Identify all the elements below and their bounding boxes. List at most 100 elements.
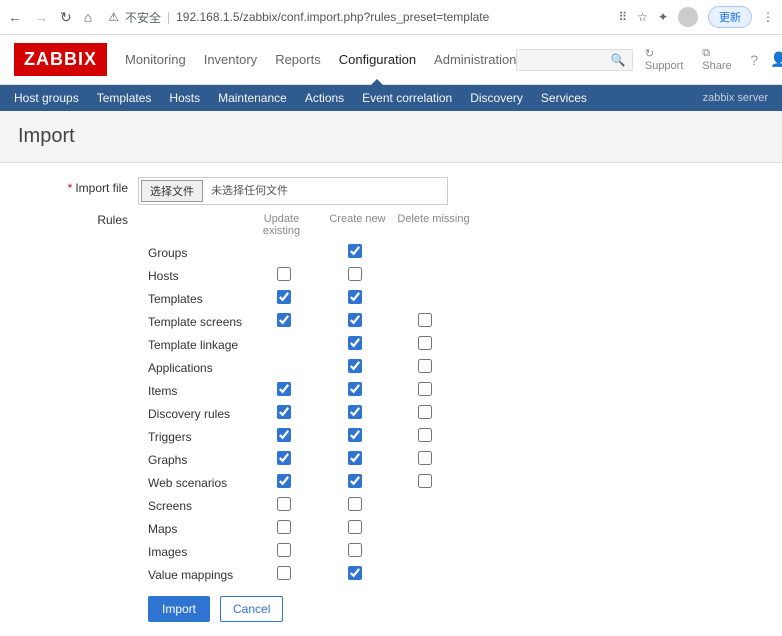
rule-row: Groups — [138, 241, 471, 264]
rule-groups-create[interactable] — [348, 244, 362, 258]
rule-screens-create[interactable] — [348, 497, 362, 511]
rule-label: Web scenarios — [138, 476, 244, 490]
rule-value-mappings-update[interactable] — [277, 566, 291, 580]
rule-row: Triggers — [138, 425, 471, 448]
server-label: zabbix server — [703, 92, 768, 104]
content: *Import file 选择文件 未选择任何文件 Rules Update e… — [0, 163, 782, 636]
rules-table: GroupsHostsTemplatesTemplate screensTemp… — [138, 241, 471, 586]
rule-label: Graphs — [138, 453, 244, 467]
rule-row: Graphs — [138, 448, 471, 471]
rule-images-update[interactable] — [277, 543, 291, 557]
subnav-host-groups[interactable]: Host groups — [14, 91, 79, 105]
col-delete: Delete missing — [396, 213, 471, 237]
bookmark-icon[interactable]: ☆ — [637, 10, 648, 24]
forward-icon[interactable]: → — [34, 9, 48, 25]
rule-templates-create[interactable] — [348, 290, 362, 304]
nav-reports[interactable]: Reports — [275, 48, 321, 71]
user-icon[interactable]: 👤 — [770, 51, 782, 68]
choose-file-button[interactable]: 选择文件 — [141, 180, 203, 202]
rule-template-linkage-delete[interactable] — [418, 336, 432, 350]
rule-template-screens-delete[interactable] — [418, 313, 432, 327]
rule-images-create[interactable] — [348, 543, 362, 557]
subnav-maintenance[interactable]: Maintenance — [218, 91, 287, 105]
url-text: 192.168.1.5/zabbix/conf.import.php?rules… — [176, 10, 489, 24]
rule-template-linkage-create[interactable] — [348, 336, 362, 350]
rule-hosts-create[interactable] — [348, 267, 362, 281]
subnav-actions[interactable]: Actions — [305, 91, 344, 105]
rule-graphs-create[interactable] — [348, 451, 362, 465]
rule-label: Value mappings — [138, 568, 244, 582]
translate-icon[interactable]: ⠿ — [618, 10, 627, 24]
rule-label: Images — [138, 545, 244, 559]
col-create: Create new — [325, 213, 390, 237]
no-file-text: 未选择任何文件 — [205, 178, 294, 204]
rule-discovery-rules-update[interactable] — [277, 405, 291, 419]
rule-web-scenarios-update[interactable] — [277, 474, 291, 488]
rule-label: Template linkage — [138, 338, 244, 352]
rule-screens-update[interactable] — [277, 497, 291, 511]
rule-graphs-delete[interactable] — [418, 451, 432, 465]
rule-applications-create[interactable] — [348, 359, 362, 373]
nav-configuration[interactable]: Configuration — [339, 48, 416, 71]
subnav-event-correlation[interactable]: Event correlation — [362, 91, 452, 105]
rule-value-mappings-create[interactable] — [348, 566, 362, 580]
rule-maps-create[interactable] — [348, 520, 362, 534]
app-header: ZABBIX Monitoring Inventory Reports Configu… — [0, 35, 782, 85]
subnav-services[interactable]: Services — [541, 91, 587, 105]
reload-icon[interactable]: ↻ — [60, 9, 72, 26]
rule-items-update[interactable] — [277, 382, 291, 396]
insecure-label: 不安全 — [125, 9, 161, 26]
rule-row: Value mappings — [138, 563, 471, 586]
rule-template-screens-create[interactable] — [348, 313, 362, 327]
rule-web-scenarios-create[interactable] — [348, 474, 362, 488]
rule-discovery-rules-create[interactable] — [348, 405, 362, 419]
import-button[interactable]: Import — [148, 596, 210, 622]
rule-triggers-delete[interactable] — [418, 428, 432, 442]
global-search[interactable]: 🔍 — [516, 49, 632, 71]
home-icon[interactable]: ⌂ — [84, 9, 92, 25]
rule-template-screens-update[interactable] — [277, 313, 291, 327]
cancel-button[interactable]: Cancel — [220, 596, 283, 622]
avatar-icon[interactable] — [678, 7, 698, 27]
subnav-discovery[interactable]: Discovery — [470, 91, 523, 105]
extensions-icon[interactable]: ✦ — [658, 10, 668, 24]
insecure-icon: ⚠ — [108, 10, 119, 24]
rule-items-delete[interactable] — [418, 382, 432, 396]
menu-icon[interactable]: ⋮ — [762, 10, 774, 24]
rule-templates-update[interactable] — [277, 290, 291, 304]
rule-items-create[interactable] — [348, 382, 362, 396]
support-link[interactable]: ↻ Support — [645, 47, 690, 72]
rule-web-scenarios-delete[interactable] — [418, 474, 432, 488]
rule-applications-delete[interactable] — [418, 359, 432, 373]
nav-inventory[interactable]: Inventory — [204, 48, 257, 71]
subnav-templates[interactable]: Templates — [97, 91, 152, 105]
rule-label: Applications — [138, 361, 244, 375]
rule-label: Items — [138, 384, 244, 398]
back-icon[interactable]: ← — [8, 9, 22, 25]
rule-label: Templates — [138, 292, 244, 306]
rule-row: Web scenarios — [138, 471, 471, 494]
rule-label: Discovery rules — [138, 407, 244, 421]
main-nav: Monitoring Inventory Reports Configuration A… — [125, 48, 516, 71]
page-title: Import — [0, 111, 782, 163]
rule-triggers-update[interactable] — [277, 428, 291, 442]
rule-label: Hosts — [138, 269, 244, 283]
nav-administration[interactable]: Administration — [434, 48, 516, 71]
nav-monitoring[interactable]: Monitoring — [125, 48, 186, 71]
sub-nav: Host groups Templates Hosts Maintenance Acti… — [0, 85, 782, 111]
rule-triggers-create[interactable] — [348, 428, 362, 442]
rule-row: Discovery rules — [138, 402, 471, 425]
help-icon[interactable]: ? — [750, 52, 758, 68]
rule-row: Templates — [138, 287, 471, 310]
share-link[interactable]: ⧉ Share — [702, 47, 738, 72]
subnav-hosts[interactable]: Hosts — [169, 91, 200, 105]
rule-maps-update[interactable] — [277, 520, 291, 534]
rule-hosts-update[interactable] — [277, 267, 291, 281]
rule-discovery-rules-delete[interactable] — [418, 405, 432, 419]
address-bar[interactable]: ⚠ 不安全 | 192.168.1.5/zabbix/conf.import.p… — [102, 9, 608, 26]
logo[interactable]: ZABBIX — [14, 43, 107, 76]
file-input[interactable]: 选择文件 未选择任何文件 — [138, 177, 448, 205]
rule-graphs-update[interactable] — [277, 451, 291, 465]
browser-update-button[interactable]: 更新 — [708, 6, 752, 28]
rule-label: Groups — [138, 246, 244, 260]
